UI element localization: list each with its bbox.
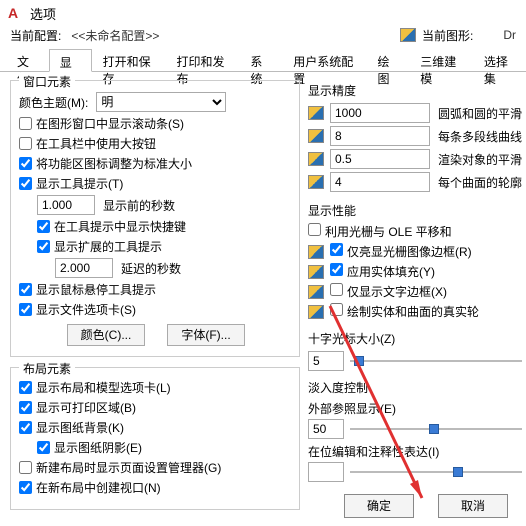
- surface-contour-label: 每个曲面的轮廓: [438, 174, 522, 191]
- chk-ole-pan[interactable]: 利用光栅与 OLE 平移和: [308, 223, 452, 240]
- group-layout-elements: 布局元素 显示布局和模型选项卡(L) 显示可打印区域(B) 显示图纸背景(K) …: [10, 367, 300, 510]
- footer: 确定 取消: [344, 494, 508, 518]
- xref-fade-label: 外部参照显示(E): [308, 400, 522, 417]
- chk-true-silhouette[interactable]: 绘制实体和曲面的真实轮: [330, 303, 479, 320]
- chk-solid-fill[interactable]: 应用实体填充(Y): [330, 263, 435, 280]
- profile-row: 当前配置: <<未命名配置>> 当前图形: Dr: [0, 26, 526, 48]
- performance-title: 显示性能: [308, 202, 522, 219]
- chk-file-tab[interactable]: 显示文件选项卡(S): [19, 301, 136, 318]
- group-window-elements: 窗口元素 颜色主题(M): 明 在图形窗口中显示滚动条(S) 在工具栏中使用大按…: [10, 80, 300, 357]
- chk-paper-shadow[interactable]: 显示图纸阴影(E): [37, 439, 142, 456]
- crosshair-value[interactable]: 5: [308, 351, 344, 371]
- tab-display[interactable]: 显示: [49, 49, 92, 72]
- current-profile-value: <<未命名配置>>: [71, 27, 159, 44]
- chk-raster-frame[interactable]: 仅亮显光栅图像边框(R): [330, 243, 472, 260]
- tab-print-publish[interactable]: 打印和发布: [165, 48, 239, 71]
- app-logo-icon: A: [8, 5, 24, 21]
- chk-tooltip[interactable]: 显示工具提示(T): [19, 175, 123, 192]
- font-button[interactable]: 字体(F)...: [167, 324, 245, 346]
- color-theme-select[interactable]: 明: [96, 92, 226, 112]
- ok-button[interactable]: 确定: [344, 494, 414, 518]
- chk-printable-area[interactable]: 显示可打印区域(B): [19, 399, 136, 416]
- perf-icon: [308, 285, 324, 299]
- tabs: 文件 显示 打开和保存 打印和发布 系统 用户系统配置 绘图 三维建模 选择集: [0, 48, 526, 72]
- current-drawing-label: 当前图形:: [422, 27, 473, 44]
- chk-layout-tabs[interactable]: 显示布局和模型选项卡(L): [19, 379, 171, 396]
- input-tooltip-delay[interactable]: [37, 195, 95, 215]
- input-arc-smooth[interactable]: [330, 103, 430, 123]
- tooltip-delay-label: 显示前的秒数: [103, 197, 175, 214]
- input-surface-contour[interactable]: [330, 172, 430, 192]
- window-title: 选项: [30, 4, 56, 23]
- xref-fade-value[interactable]: 50: [308, 419, 344, 439]
- crosshair-title: 十字光标大小(Z): [308, 330, 522, 347]
- perf-icon: [308, 245, 324, 259]
- chk-new-pagesetup[interactable]: 新建布局时显示页面设置管理器(G): [19, 459, 221, 476]
- tab-user-pref[interactable]: 用户系统配置: [282, 48, 366, 71]
- chk-hover-tip[interactable]: 显示鼠标悬停工具提示: [19, 281, 156, 298]
- color-button[interactable]: 颜色(C)...: [67, 324, 145, 346]
- input-render-smooth[interactable]: [330, 149, 430, 169]
- cancel-button[interactable]: 取消: [438, 494, 508, 518]
- tab-3d[interactable]: 三维建模: [409, 48, 473, 71]
- precision-icon: [308, 129, 324, 143]
- chk-ribbon-icon[interactable]: 将功能区图标调整为标准大小: [19, 155, 192, 172]
- chk-big-button[interactable]: 在工具栏中使用大按钮: [19, 135, 156, 152]
- xref-fade-slider[interactable]: [350, 422, 522, 436]
- current-profile-label: 当前配置:: [10, 27, 61, 44]
- crosshair-slider[interactable]: [350, 354, 522, 368]
- inplace-fade-slider[interactable]: [350, 465, 522, 479]
- inplace-fade-label: 在位编辑和注释性表达(I): [308, 443, 522, 460]
- tab-file[interactable]: 文件: [6, 48, 49, 71]
- precision-title: 显示精度: [308, 82, 522, 99]
- chk-scrollbar[interactable]: 在图形窗口中显示滚动条(S): [19, 115, 184, 132]
- inplace-fade-value[interactable]: [308, 462, 344, 482]
- drawing-icon: [400, 28, 416, 42]
- color-theme-label: 颜色主题(M):: [19, 94, 88, 111]
- titlebar: A 选项: [0, 0, 526, 26]
- group-title: 布局元素: [19, 360, 75, 377]
- polyline-seg-label: 每条多段线曲线: [438, 128, 522, 145]
- fade-title: 淡入度控制: [308, 379, 522, 396]
- input-polyline-seg[interactable]: [330, 126, 430, 146]
- tab-draft[interactable]: 绘图: [367, 48, 410, 71]
- chk-shortcut-in-tip[interactable]: 在工具提示中显示快捷键: [37, 218, 186, 235]
- precision-icon: [308, 106, 324, 120]
- tab-system[interactable]: 系统: [239, 48, 282, 71]
- precision-icon: [308, 175, 324, 189]
- chk-ext-tooltip[interactable]: 显示扩展的工具提示: [37, 238, 162, 255]
- tab-selection[interactable]: 选择集: [473, 48, 526, 71]
- arc-smooth-label: 圆弧和圆的平滑: [438, 105, 522, 122]
- render-smooth-label: 渲染对象的平滑: [438, 151, 522, 168]
- perf-icon: [308, 305, 324, 319]
- precision-icon: [308, 152, 324, 166]
- current-drawing-value: Dr: [503, 28, 516, 42]
- group-title: 窗口元素: [19, 73, 75, 90]
- perf-icon: [308, 265, 324, 279]
- chk-text-frame[interactable]: 仅显示文字边框(X): [330, 283, 447, 300]
- chk-paper-bg[interactable]: 显示图纸背景(K): [19, 419, 124, 436]
- input-ext-delay[interactable]: [55, 258, 113, 278]
- chk-viewport[interactable]: 在新布局中创建视口(N): [19, 479, 161, 496]
- tab-open-save[interactable]: 打开和保存: [92, 48, 166, 71]
- ext-delay-label: 延迟的秒数: [121, 260, 181, 277]
